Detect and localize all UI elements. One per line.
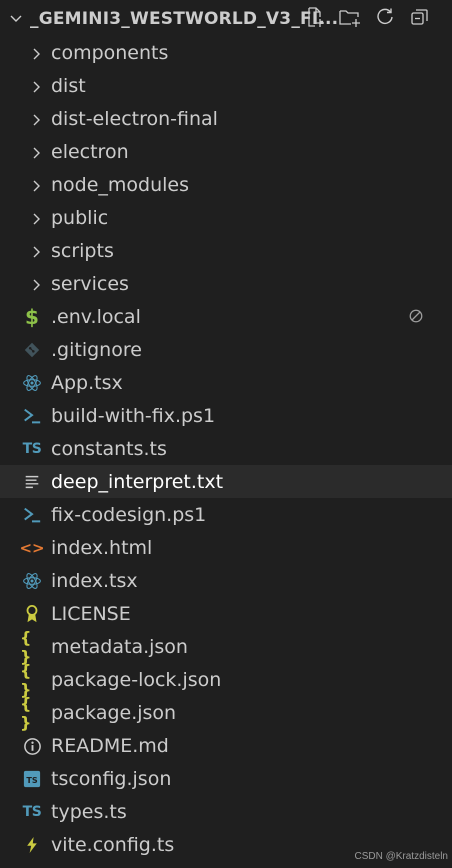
chevron-right-icon[interactable] [29, 244, 43, 258]
json-icon: { } [20, 628, 44, 666]
new-file-icon [308, 7, 324, 27]
tsconfig-icon: TS [20, 768, 44, 790]
file-item[interactable]: { } metadata.json [0, 628, 452, 666]
license-icon [20, 603, 44, 625]
file-tree: components dist dist-electron-final electro… [0, 36, 452, 861]
file-label: constants.ts [51, 438, 167, 460]
file-label: metadata.json [51, 636, 188, 658]
json-icon: { } [20, 694, 44, 732]
file-item[interactable]: index.tsx [0, 564, 452, 597]
html-icon: <> [19, 537, 45, 559]
folder-label: components [51, 42, 169, 64]
folder-label: electron [51, 141, 129, 163]
file-label: build-with-fix.ps1 [51, 405, 216, 427]
file-label: package-lock.json [51, 669, 222, 691]
new-file-button[interactable] [303, 5, 327, 29]
ignored-icon [408, 308, 426, 326]
folder-item[interactable]: dist-electron-final [0, 102, 452, 135]
file-label: types.ts [51, 801, 127, 823]
chevron-right-icon[interactable] [29, 277, 43, 291]
file-label: deep_interpret.txt [51, 471, 224, 493]
workspace-title[interactable]: _GEMINI3_WESTWORLD_V3_FI... [30, 9, 338, 29]
folder-label: public [51, 207, 109, 229]
folder-item[interactable]: scripts [0, 234, 452, 267]
folder-label: node_modules [51, 174, 190, 196]
folder-label: dist-electron-final [51, 108, 218, 130]
folder-label: services [51, 273, 129, 295]
collapse-all-button[interactable] [408, 5, 432, 29]
json-icon-text: { } [20, 694, 31, 732]
html-icon-text: <> [19, 539, 45, 557]
refresh-button[interactable] [373, 5, 397, 29]
refresh-icon [377, 8, 393, 25]
new-folder-button[interactable] [338, 5, 362, 29]
text-file-icon [20, 471, 44, 493]
info-icon [20, 735, 44, 757]
chevron-right-icon[interactable] [29, 211, 43, 225]
folder-item[interactable]: dist [0, 69, 452, 102]
file-item[interactable]: fix-codesign.ps1 [0, 498, 452, 531]
folder-item[interactable]: services [0, 267, 452, 300]
folder-item[interactable]: electron [0, 135, 452, 168]
chevron-right-icon[interactable] [29, 145, 43, 159]
file-item[interactable]: { } package.json [0, 694, 452, 732]
folder-item[interactable]: public [0, 201, 452, 234]
folder-item[interactable]: node_modules [0, 168, 452, 201]
file-label: vite.config.ts [51, 834, 175, 856]
file-item[interactable]: README.md [0, 729, 452, 762]
powershell-icon [20, 405, 44, 427]
file-item[interactable]: .gitignore [0, 333, 452, 366]
file-label: .gitignore [51, 339, 142, 361]
dollar-icon-text: $ [25, 305, 39, 329]
file-label: LICENSE [51, 603, 131, 625]
folder-item[interactable]: components [0, 36, 452, 69]
file-item[interactable]: build-with-fix.ps1 [0, 399, 452, 432]
file-label: package.json [51, 702, 177, 724]
explorer-actions [303, 5, 432, 29]
typescript-icon: TS [20, 438, 44, 460]
file-label: README.md [51, 735, 169, 757]
typescript-icon: TS [20, 801, 44, 823]
powershell-icon [20, 504, 44, 526]
file-item[interactable]: <> index.html [0, 531, 452, 564]
chevron-right-icon[interactable] [29, 46, 43, 60]
folder-label: scripts [51, 240, 114, 262]
explorer-panel: _GEMINI3_WESTWORLD_V3_FI... components d… [0, 0, 452, 868]
dollar-icon: $ [20, 305, 44, 329]
git-icon [20, 339, 44, 361]
file-label: .env.local [51, 306, 141, 328]
new-folder-icon [339, 10, 360, 27]
vite-icon [20, 834, 44, 856]
file-item[interactable]: TS tsconfig.json [0, 762, 452, 795]
file-item[interactable]: TS constants.ts [0, 432, 452, 465]
file-item[interactable]: deep_interpret.txt [0, 465, 452, 498]
file-label: App.tsx [51, 372, 123, 394]
collapse-all-icon [411, 9, 428, 25]
watermark: CSDN @Kratzdisteln [354, 851, 448, 862]
chevron-right-icon[interactable] [29, 112, 43, 126]
chevron-right-icon[interactable] [29, 178, 43, 192]
react-icon [20, 372, 44, 394]
file-item[interactable]: TS types.ts [0, 795, 452, 828]
file-label: index.tsx [51, 570, 138, 592]
file-label: index.html [51, 537, 153, 559]
react-icon [20, 570, 44, 592]
folder-label: dist [51, 75, 86, 97]
svg-text:TS: TS [26, 775, 38, 785]
json-icon: { } [20, 661, 44, 699]
file-item[interactable]: LICENSE [0, 597, 452, 630]
file-label: fix-codesign.ps1 [51, 504, 207, 526]
typescript-icon-text: TS [22, 804, 42, 820]
file-label: tsconfig.json [51, 768, 172, 790]
file-item[interactable]: { } package-lock.json [0, 661, 452, 699]
file-item[interactable]: App.tsx [0, 366, 452, 399]
file-item[interactable]: $ .env.local [0, 300, 452, 333]
chevron-down-icon[interactable] [8, 10, 24, 26]
typescript-icon-text: TS [22, 441, 42, 457]
chevron-right-icon[interactable] [29, 79, 43, 93]
explorer-header[interactable]: _GEMINI3_WESTWORLD_V3_FI... [0, 0, 452, 36]
